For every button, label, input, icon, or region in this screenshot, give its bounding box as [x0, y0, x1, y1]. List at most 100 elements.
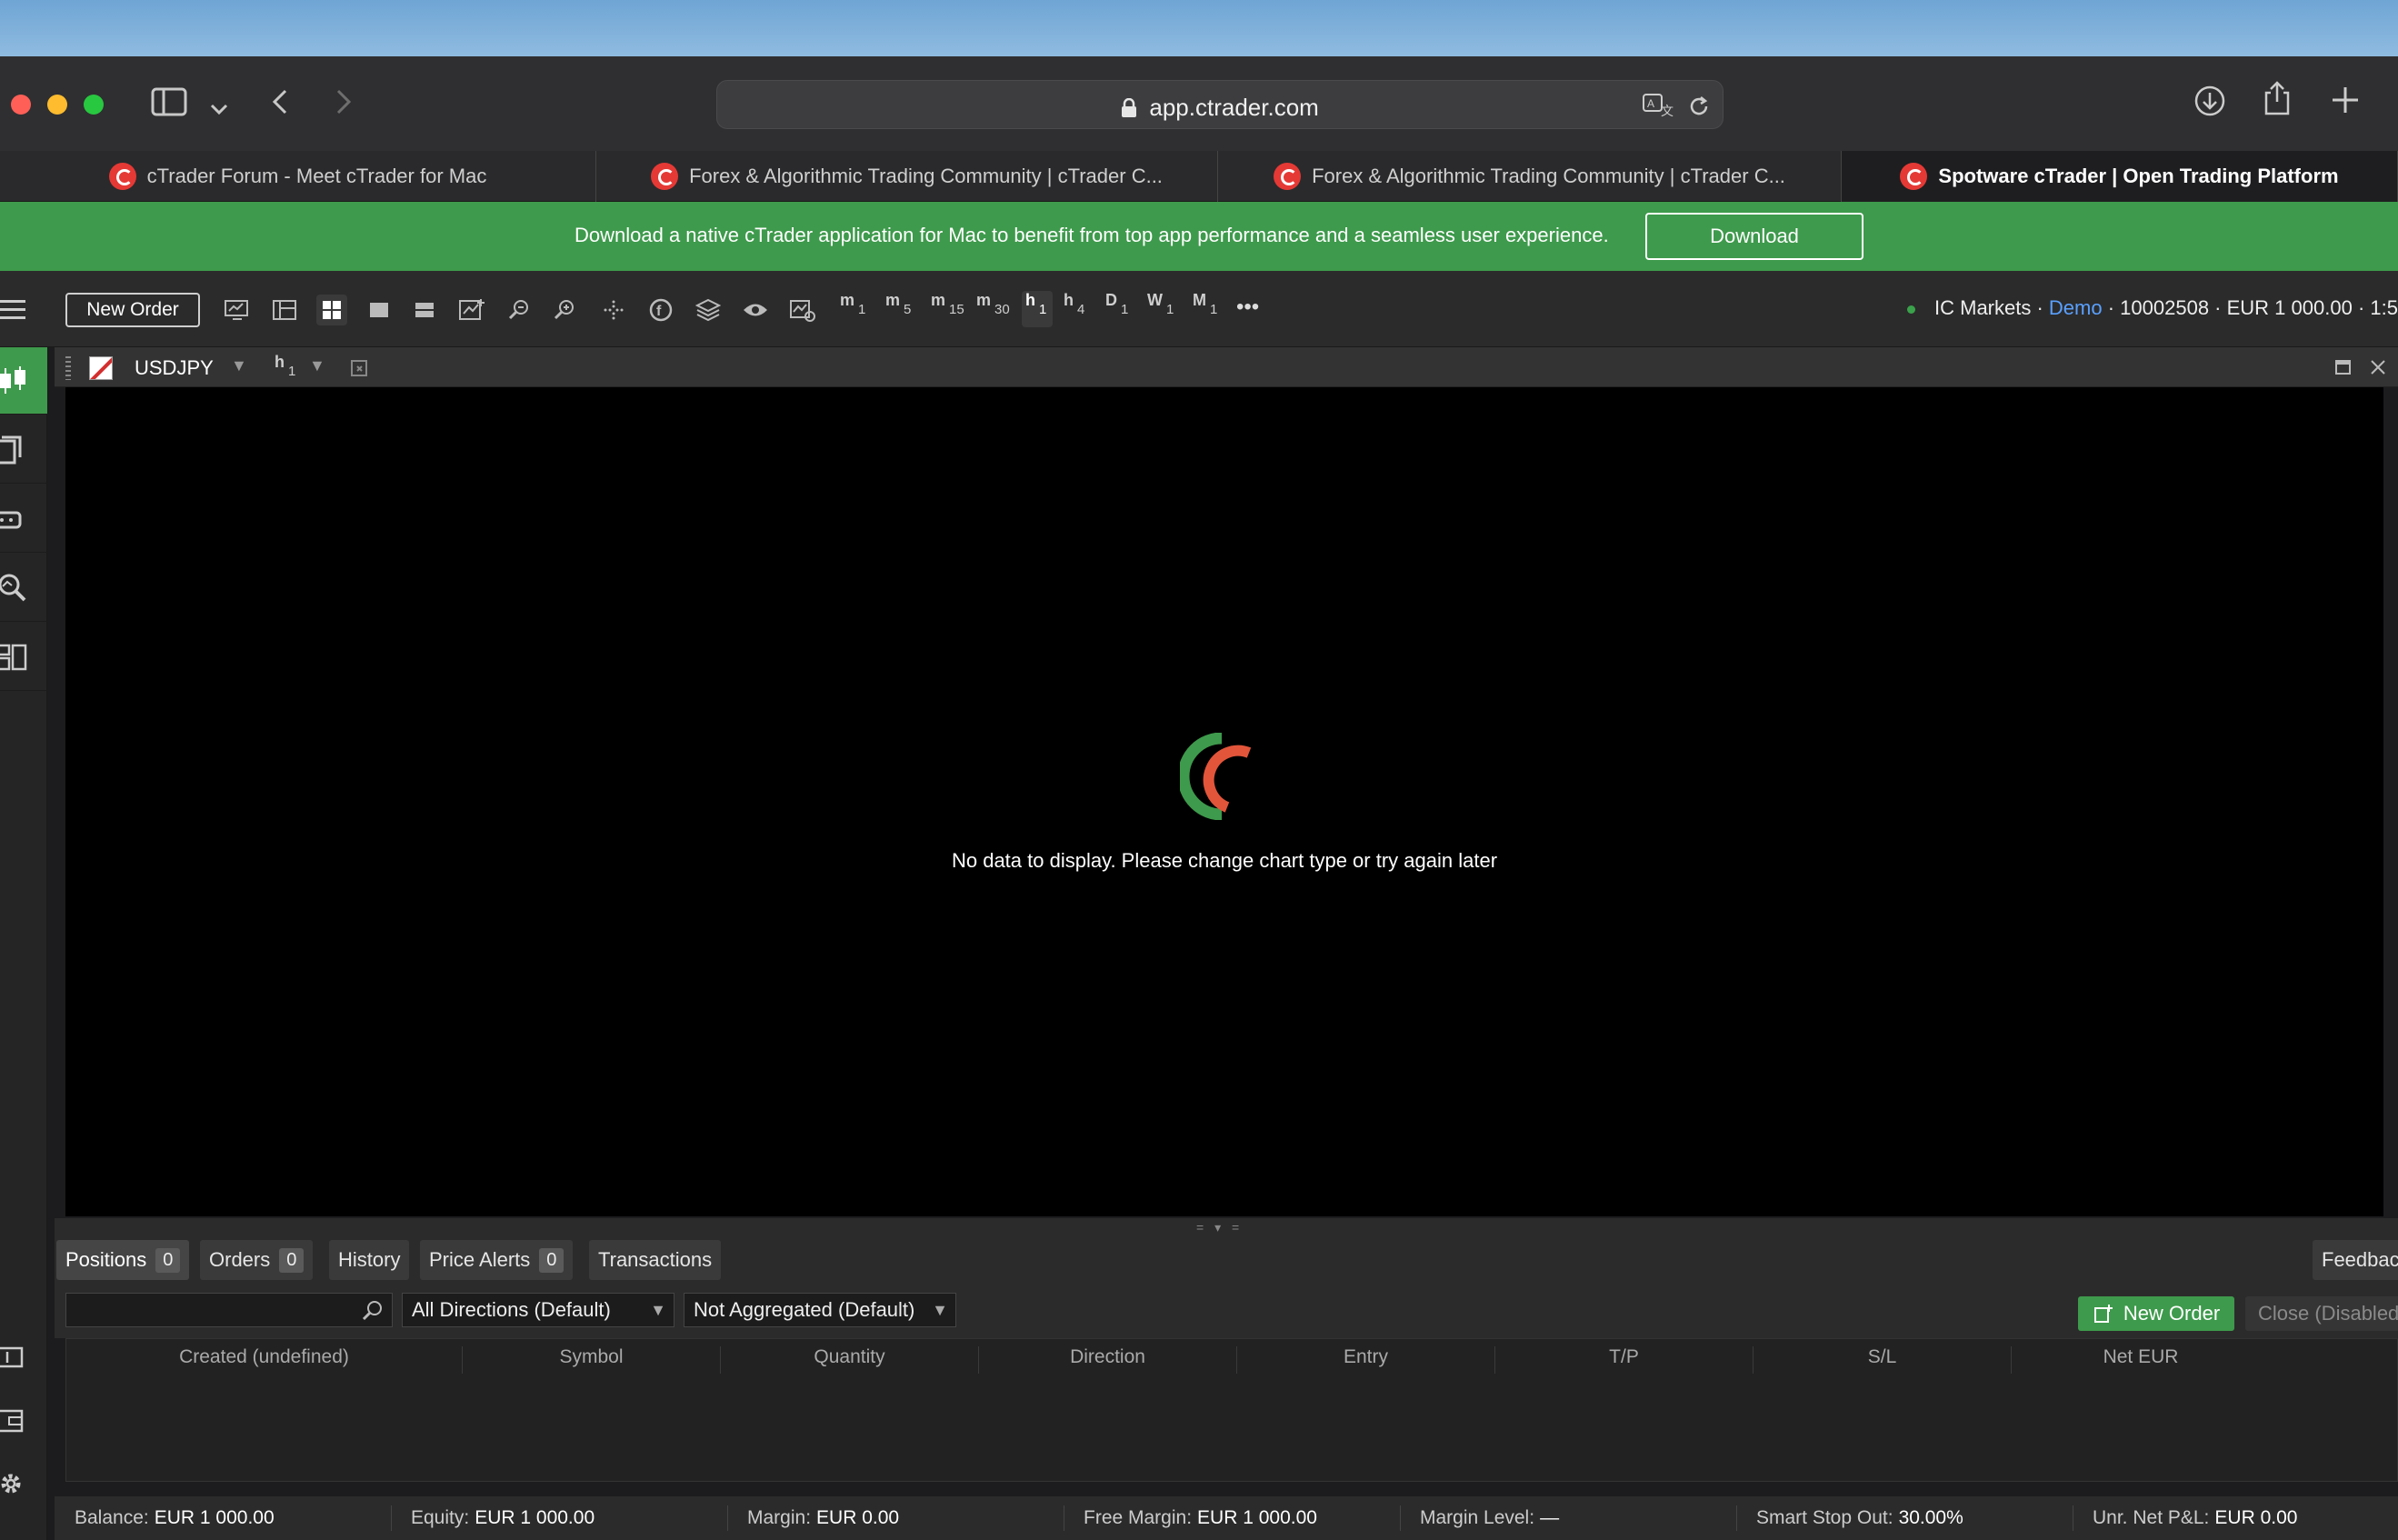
tab-positions[interactable]: Positions 0 [56, 1240, 190, 1280]
back-icon[interactable] [269, 87, 291, 124]
chart-mode-icon[interactable] [222, 295, 253, 325]
column-header-direction[interactable]: Direction [979, 1346, 1237, 1374]
browser-tab[interactable]: Forex & Algorithmic Trading Community | … [596, 151, 1218, 202]
download-banner: Download a native cTrader application fo… [0, 202, 2398, 271]
downloads-icon[interactable] [2193, 84, 2227, 123]
zoom-in-icon[interactable] [549, 295, 580, 325]
lock-icon [1121, 94, 1149, 121]
sidebar-item-layouts[interactable] [0, 624, 47, 691]
hamburger-menu-icon[interactable] [0, 295, 25, 322]
symbol-dropdown-icon[interactable]: ▼ [231, 356, 247, 375]
chart-settings-icon[interactable] [787, 295, 818, 325]
feedback-button[interactable]: Feedbac [2313, 1240, 2398, 1280]
share-icon[interactable] [2262, 80, 2293, 121]
timeframe-h4[interactable]: h4 [1064, 291, 1094, 327]
chart-canvas[interactable]: No data to display. Please change chart … [65, 387, 2383, 1216]
column-header-sl[interactable]: S/L [1754, 1346, 2012, 1374]
zoom-window-button[interactable] [84, 95, 104, 115]
sidebar-item-deposit[interactable] [0, 1331, 47, 1382]
tab-price-alerts[interactable]: Price Alerts 0 [420, 1240, 574, 1280]
timeframe-m15[interactable]: m15 [931, 291, 967, 327]
status-divider [1736, 1505, 1737, 1531]
address-bar[interactable]: app.ctrader.com A文 [716, 80, 1724, 129]
account-balance: EUR 1 000.00 [2226, 296, 2353, 319]
browser-tab[interactable]: Forex & Algorithmic Trading Community | … [1218, 151, 1842, 202]
bank-card-icon [0, 1346, 24, 1368]
chevron-down-icon[interactable] [209, 93, 229, 124]
new-order-button[interactable]: New Order [2078, 1296, 2234, 1331]
layout-grid-icon[interactable] [316, 295, 347, 325]
timeframe-dropdown-icon[interactable]: ▼ [309, 356, 325, 375]
aggregation-select[interactable]: Not Aggregated (Default) ▼ [684, 1293, 956, 1327]
layers-icon[interactable] [693, 295, 724, 325]
reload-icon[interactable] [1686, 94, 1712, 124]
desktop-background [0, 0, 2398, 56]
gear-icon [1, 1474, 21, 1494]
download-button[interactable]: Download [1645, 213, 1863, 260]
positions-count-badge: 0 [155, 1247, 181, 1273]
column-header-entry[interactable]: Entry [1237, 1346, 1495, 1374]
layout-full-icon[interactable] [364, 295, 395, 325]
panel-resize-handle[interactable]: = ▾ = [55, 1218, 2398, 1236]
eye-icon[interactable] [740, 295, 771, 325]
account-info[interactable]: IC Markets · Demo · 10002508 · EUR 1 000… [1934, 296, 2398, 320]
timeframe-m30[interactable]: m30 [976, 291, 1013, 327]
symbol-flag-icon [89, 356, 113, 380]
chart-symbol[interactable]: USDJPY [135, 356, 214, 380]
robot-icon [0, 511, 22, 528]
sidebar-item-analyze[interactable] [0, 555, 47, 622]
layout-single-icon[interactable] [269, 295, 300, 325]
layout-split-icon[interactable] [409, 295, 440, 325]
timeframe-mn1[interactable]: M1 [1193, 291, 1224, 327]
translate-icon[interactable]: A文 [1643, 92, 1675, 122]
ctrader-favicon-icon [651, 163, 679, 190]
column-header-quantity[interactable]: Quantity [721, 1346, 979, 1374]
sidebar-item-settings[interactable] [0, 1458, 47, 1509]
browser-tab-active[interactable]: Spotware cTrader | Open Trading Platform [1842, 151, 2398, 202]
browser-toolbar: app.ctrader.com A文 [0, 56, 2398, 151]
maximize-chart-icon[interactable] [2334, 358, 2353, 381]
close-window-button[interactable] [11, 95, 31, 115]
tab-orders[interactable]: Orders 0 [200, 1240, 314, 1280]
directions-select[interactable]: All Directions (Default) ▼ [402, 1293, 674, 1327]
new-tab-icon[interactable] [2329, 84, 2362, 121]
broker-name: IC Markets [1934, 296, 2032, 319]
column-header-created[interactable]: Created (undefined) [66, 1346, 463, 1374]
positions-filter-bar: All Directions (Default) ▼ Not Aggregated… [55, 1284, 2398, 1338]
positions-table: Created (undefined) Symbol Quantity Dire… [65, 1338, 2398, 1482]
chart-timeframe[interactable]: h1 [275, 353, 305, 389]
sidebar-toggle-icon[interactable] [151, 85, 187, 125]
tab-history[interactable]: History [329, 1240, 410, 1280]
minimize-window-button[interactable] [47, 95, 67, 115]
sidebar-item-automate[interactable] [0, 485, 47, 553]
positions-search-input[interactable] [65, 1293, 393, 1327]
copy-icon [0, 435, 22, 464]
orders-count-badge: 0 [279, 1247, 305, 1273]
timeframe-h1[interactable]: h1 [1022, 291, 1053, 327]
add-chart-icon[interactable] [456, 295, 487, 325]
sidebar-item-copy[interactable] [0, 416, 47, 484]
crosshair-icon[interactable] [598, 295, 629, 325]
column-header-net[interactable]: Net EUR [2012, 1346, 2270, 1374]
drag-handle-icon[interactable] [65, 356, 71, 380]
close-chart-icon[interactable] [2369, 358, 2387, 381]
forward-icon[interactable] [333, 87, 355, 124]
zoom-out-icon[interactable] [504, 295, 535, 325]
sidebar-item-trade[interactable] [0, 347, 47, 415]
chevron-down-icon: ▼ [650, 1301, 666, 1319]
new-order-button[interactable]: New Order [65, 293, 200, 327]
column-header-tp[interactable]: T/P [1495, 1346, 1754, 1374]
tab-title: cTrader Forum - Meet cTrader for Mac [146, 165, 487, 187]
timeframe-d1[interactable]: D1 [1105, 291, 1136, 327]
timeframe-m5[interactable]: m5 [885, 291, 916, 327]
more-icon[interactable]: ••• [1236, 295, 1259, 320]
price-alerts-count-badge: 0 [539, 1247, 565, 1273]
tab-transactions[interactable]: Transactions [589, 1240, 722, 1280]
timeframe-m1[interactable]: m1 [840, 291, 871, 327]
detach-chart-icon[interactable] [349, 356, 371, 383]
column-header-symbol[interactable]: Symbol [463, 1346, 721, 1374]
browser-tab[interactable]: cTrader Forum - Meet cTrader for Mac [0, 151, 596, 202]
indicators-icon[interactable]: f [645, 295, 676, 325]
sidebar-item-wallet[interactable] [0, 1395, 47, 1445]
timeframe-w1[interactable]: W1 [1147, 291, 1178, 327]
